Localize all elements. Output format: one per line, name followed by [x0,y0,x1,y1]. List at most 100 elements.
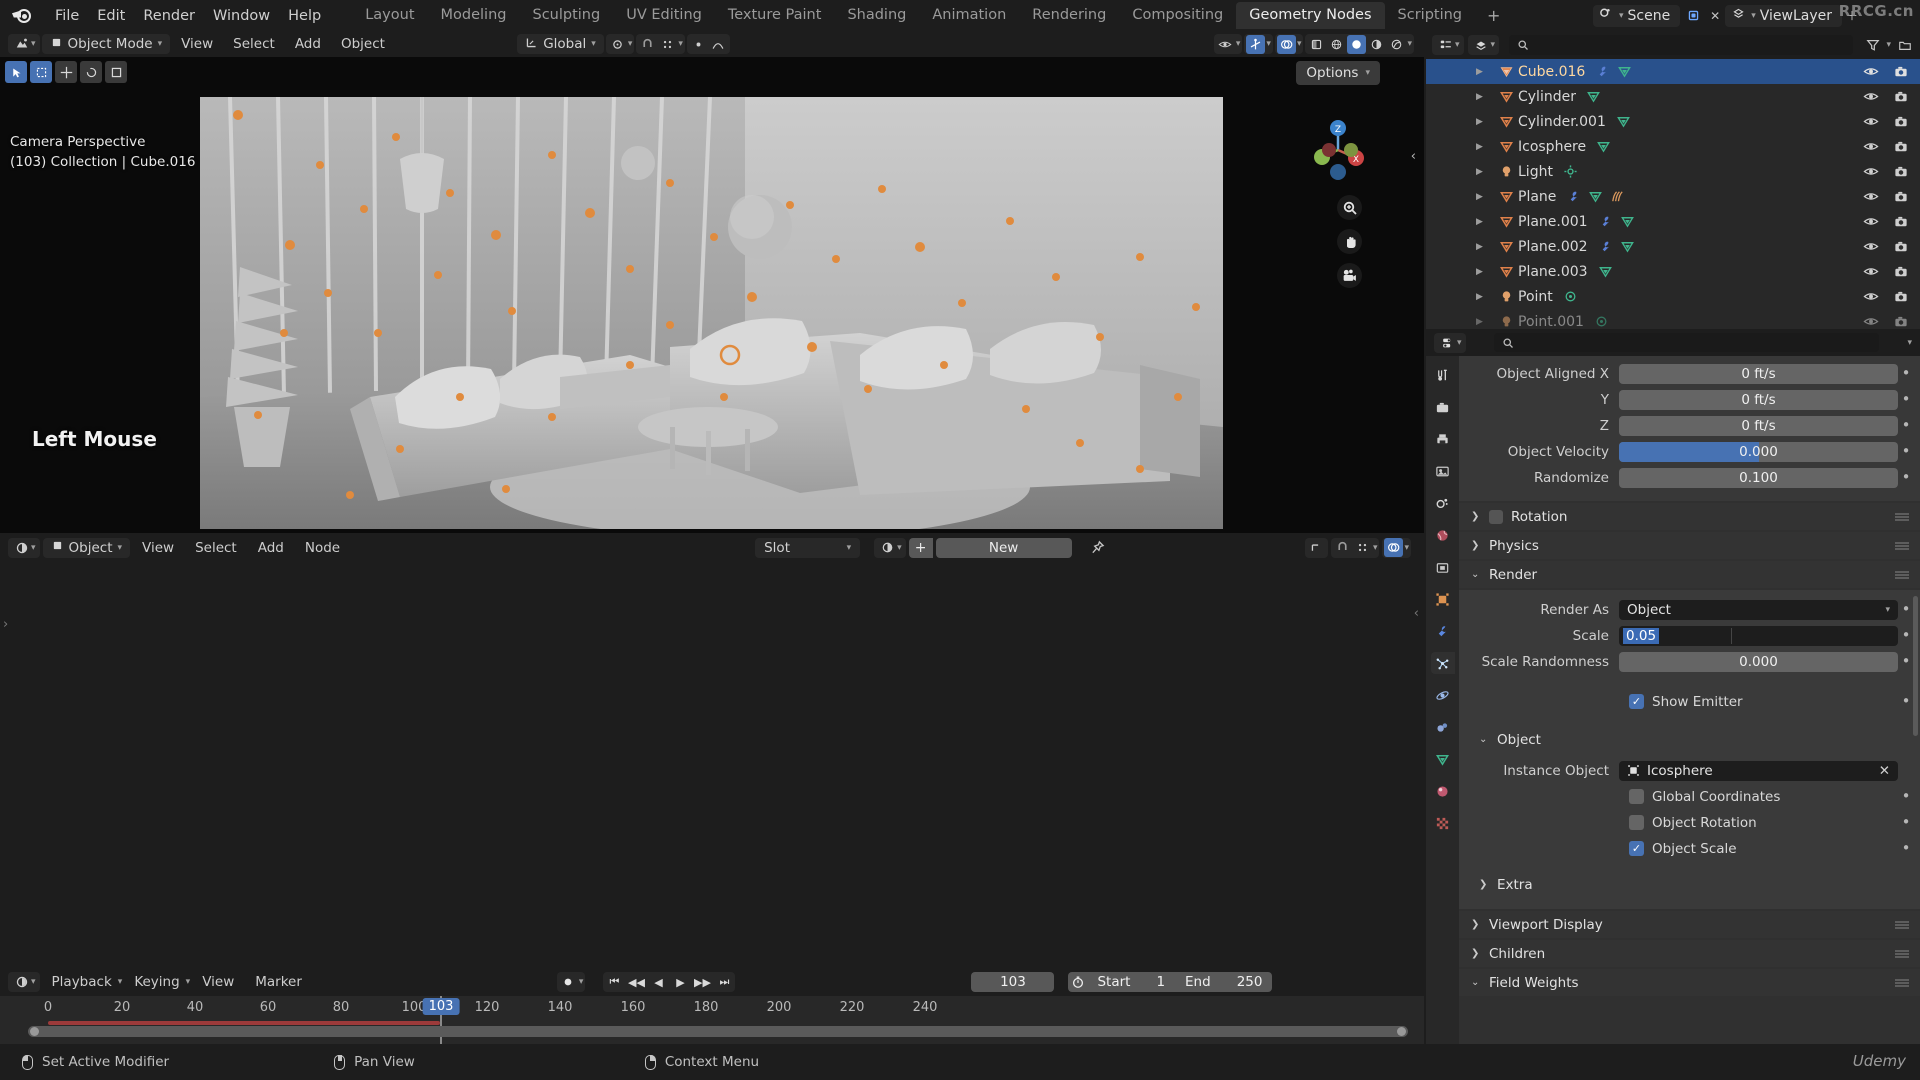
field-randomize[interactable]: Randomize 0.100 • [1459,466,1920,489]
timeline-menu-view[interactable]: View [193,972,243,992]
properties-scrollbar[interactable] [1913,596,1918,736]
tab-render[interactable] [1431,396,1455,418]
record-icon[interactable] [559,973,578,992]
field-instance-object[interactable]: Instance Object Icosphere ✕ • [1459,759,1920,782]
tab-modifier[interactable] [1431,620,1455,642]
tab-compositing[interactable]: Compositing [1119,2,1236,30]
tab-layout[interactable]: Layout [352,2,427,30]
add-node-group-button[interactable]: + [908,537,933,558]
global-coordinates-checkbox[interactable] [1629,789,1644,804]
show-emitter-checkbox[interactable]: ✓ [1629,694,1644,709]
viewport-menu-add[interactable]: Add [286,34,330,54]
outliner-row-plane-003[interactable]: ▶ Plane.003 [1426,259,1920,284]
field-value[interactable]: 0 ft/s [1619,415,1898,436]
node-menu-node[interactable]: Node [296,538,349,558]
section-children[interactable]: ❯ Children [1459,940,1920,967]
pan-hand-icon[interactable] [1337,229,1362,254]
menu-file[interactable]: File [46,5,88,27]
menu-edit[interactable]: Edit [88,5,134,27]
outliner-row-cylinder-001[interactable]: ▶ Cylinder.001 [1426,109,1920,134]
hide-in-viewport-icon[interactable] [1863,139,1879,154]
hide-in-viewport-icon[interactable] [1863,264,1879,279]
subsection-object[interactable]: ⌄ Object [1459,726,1920,753]
disable-in-render-icon[interactable] [1893,314,1909,329]
tab-scripting[interactable]: Scripting [1385,2,1475,30]
transform-orientation-selector[interactable]: Global ▾ [517,34,604,54]
next-keyframe-icon[interactable]: ▶▶ [691,976,713,989]
disable-in-render-icon[interactable] [1893,164,1909,179]
menu-help[interactable]: Help [279,5,330,27]
row-show-emitter[interactable]: ✓ Show Emitter • [1459,690,1920,713]
modifier-icon[interactable] [1598,239,1613,254]
timeline-editor-type[interactable]: ▾ [8,972,40,992]
disable-in-render-icon[interactable] [1893,264,1909,279]
hide-in-viewport-icon[interactable] [1863,289,1879,304]
filter-icon[interactable] [1863,36,1882,55]
pin-icon[interactable] [1088,538,1107,557]
animate-property-icon[interactable]: • [1898,470,1914,485]
hide-in-viewport-icon[interactable] [1863,164,1879,179]
falloff-curve-icon[interactable] [709,35,728,54]
light-data-icon[interactable] [1563,289,1578,304]
tab-uv-editing[interactable]: UV Editing [613,2,715,30]
tab-particles[interactable] [1430,652,1455,674]
camera-view-icon[interactable] [1337,263,1362,288]
node-menu-view[interactable]: View [133,538,183,558]
navigation-gizmo[interactable]: Z X [1307,119,1369,181]
node-editor-type-selector[interactable]: ▾ [8,537,40,558]
section-rotation[interactable]: ❯ Rotation [1459,503,1920,530]
viewlayer-selector[interactable]: ▾ ViewLayer [1725,4,1842,27]
play-reverse-icon[interactable]: ◀ [647,976,669,989]
expand-arrow-icon[interactable]: ▶ [1476,117,1494,127]
node-context-selector[interactable]: Object ▾ [42,537,131,558]
modifier-icon[interactable] [1598,214,1613,229]
timeline-menu-marker[interactable]: Marker [246,972,311,992]
expand-arrow-icon[interactable]: ▶ [1476,242,1494,252]
disable-in-render-icon[interactable] [1893,89,1909,104]
drag-handle-icon[interactable] [1894,570,1910,579]
select-box-icon[interactable] [30,61,52,83]
modifier-icon[interactable] [1595,64,1610,79]
start-frame-field[interactable]: Start 1 [1087,974,1175,990]
node-tree-browse[interactable]: ▾ [874,537,906,558]
mesh-data-icon[interactable] [1616,114,1631,129]
outliner-row-plane-001[interactable]: ▶ Plane.001 [1426,209,1920,234]
tab-data[interactable] [1431,748,1455,770]
drag-handle-icon[interactable] [1894,949,1910,958]
mesh-data-icon[interactable] [1588,189,1603,204]
animate-property-icon[interactable]: • [1898,789,1914,804]
play-icon[interactable]: ▶ [669,976,691,989]
field-render-as[interactable]: Render As Object ▾ • [1459,598,1920,621]
object-rotation-checkbox[interactable] [1629,815,1644,830]
hide-in-viewport-icon[interactable] [1863,64,1879,79]
row-object-rotation[interactable]: Object Rotation • [1459,811,1920,834]
outliner-row-plane[interactable]: ▶ Plane [1426,184,1920,209]
outliner-list[interactable]: ▶ Cube.016 ▶ Cylinder ▶ Cylinder.001 ▶ I… [1426,59,1920,329]
outliner-row-light[interactable]: ▶ Light [1426,159,1920,184]
rotate-icon[interactable] [80,61,102,83]
scene-selector[interactable]: ▾ Scene [1592,4,1681,27]
mesh-data-icon[interactable] [1617,64,1632,79]
timeline-menu-playback[interactable]: Playback [43,972,121,992]
hide-in-viewport-icon[interactable] [1863,89,1879,104]
animate-property-icon[interactable]: • [1898,366,1914,381]
scale-icon[interactable] [105,61,127,83]
mesh-data-icon[interactable] [1596,139,1611,154]
hide-in-viewport-icon[interactable] [1863,239,1879,254]
node-menu-add[interactable]: Add [249,538,293,558]
animate-property-icon[interactable]: • [1898,654,1914,669]
rendered-shading-icon[interactable] [1387,35,1406,54]
properties-search-input[interactable] [1493,333,1880,352]
outliner-row-point-001[interactable]: ▶ Point.001 [1426,309,1920,329]
chevron-down-icon[interactable]: ▾ [1907,338,1912,348]
tab-object[interactable] [1431,588,1455,610]
row-global-coordinates[interactable]: Global Coordinates • [1459,785,1920,808]
field-object-aligned-z[interactable]: Z 0 ft/s • [1459,414,1920,437]
cursor-icon[interactable] [5,61,27,83]
tab-animation[interactable]: Animation [919,2,1019,30]
snap-node-icon[interactable] [1307,538,1326,557]
zoom-icon[interactable] [1337,195,1362,220]
viewport-menu-view[interactable]: View [172,34,222,54]
new-collection-icon[interactable] [1895,36,1914,55]
pivot-point-icon[interactable] [608,35,627,54]
